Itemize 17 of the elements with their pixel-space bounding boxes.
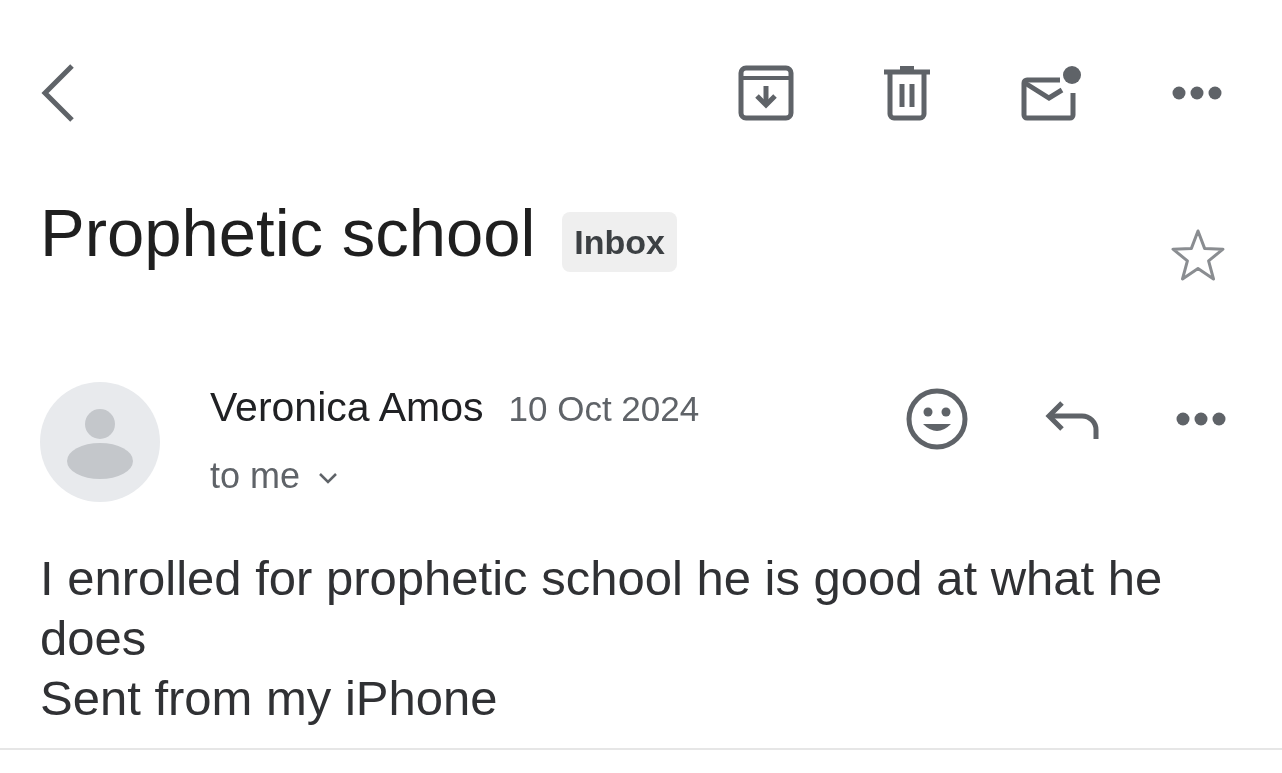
- envelope-dot-icon[interactable]: [1020, 65, 1082, 121]
- ellipsis-icon[interactable]: [1172, 86, 1222, 100]
- recipient-toggle[interactable]: to me: [210, 454, 339, 498]
- star-icon[interactable]: [1170, 228, 1226, 282]
- person-avatar-icon: [40, 382, 160, 502]
- smiley-face-icon[interactable]: [906, 388, 968, 450]
- sender-name: Veronica Amos: [210, 383, 484, 432]
- label-chip: Inbox: [562, 212, 677, 272]
- subject-title: Prophetic school: [40, 194, 536, 272]
- chevron-down-icon[interactable]: [318, 471, 339, 485]
- chevron-left-icon[interactable]: [40, 63, 76, 123]
- trash-icon[interactable]: [884, 65, 930, 121]
- message-date: 10 Oct 2024: [508, 388, 700, 430]
- ellipsis-icon[interactable]: [1176, 412, 1226, 426]
- body-text: I enrolled for prophetic school he is good at what he does: [40, 550, 1164, 667]
- body-text: Sent from my iPhone: [40, 670, 499, 727]
- archive-box-icon[interactable]: [738, 65, 794, 121]
